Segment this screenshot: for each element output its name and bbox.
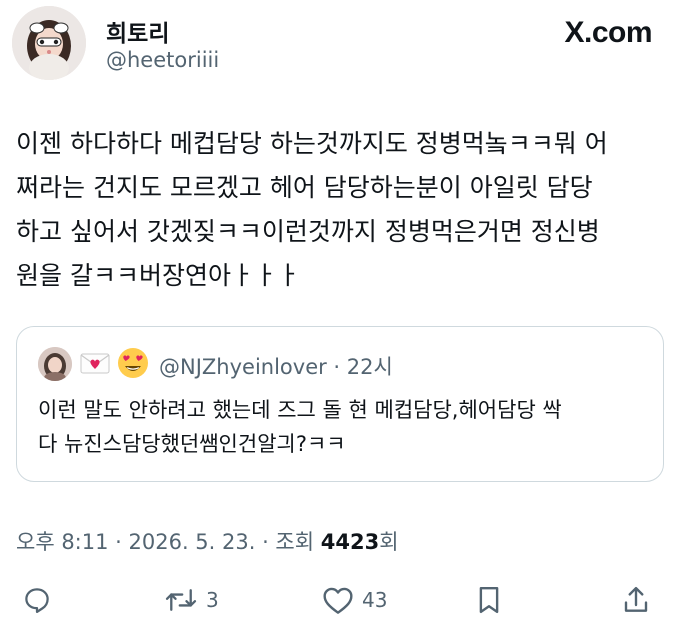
bookmark-button[interactable]: [476, 578, 502, 622]
author-display-name[interactable]: 희토리: [106, 14, 169, 48]
view-count: 4423: [320, 530, 380, 554]
share-button[interactable]: [622, 578, 650, 622]
quoted-tweet-card[interactable]: @NJZhyeinlover · 22시 이런 말도 안하려고 했는데 즈그 돌…: [16, 326, 664, 482]
quoted-tweet-text: 이런 말도 안하려고 했는데 즈그 돌 현 메컵담당,헤어담당 싹 다 뉴진스담…: [38, 398, 562, 456]
author-handle[interactable]: @heetoriiii: [106, 48, 219, 72]
heart-eyes-emoji-icon: [117, 347, 149, 383]
heart-icon: [323, 587, 353, 614]
reply-icon: [25, 588, 49, 613]
author-avatar[interactable]: [12, 6, 86, 80]
tweet-meta: 오후 8:11 · 2026. 5. 23. · 조회 4423회: [16, 526, 399, 556]
share-icon: [624, 586, 648, 612]
quoted-author-handle-time[interactable]: @NJZhyeinlover · 22시: [159, 351, 393, 381]
quoted-author-avatar[interactable]: [38, 347, 72, 381]
x-logo: X.com: [564, 16, 652, 49]
like-button[interactable]: 43: [322, 578, 387, 622]
action-bar: 3 43: [0, 578, 680, 622]
retweet-icon: [165, 589, 197, 611]
retweet-count: 3: [206, 588, 219, 612]
love-letter-emoji-icon: [79, 349, 111, 381]
tweet-text: 이젠 하다하다 메컵담당 하는것까지도 정병먹놐ㅋㅋ뭐 어 쩌라는 건지도 모르…: [16, 129, 608, 290]
like-count: 43: [362, 588, 388, 612]
tweet-timestamp[interactable]: 오후 8:11 · 2026. 5. 23. · 조회: [16, 530, 321, 554]
reply-button[interactable]: [22, 578, 52, 622]
bookmark-icon: [479, 586, 499, 614]
retweet-button[interactable]: 3: [164, 578, 219, 622]
view-count-suffix: 회: [379, 530, 399, 554]
